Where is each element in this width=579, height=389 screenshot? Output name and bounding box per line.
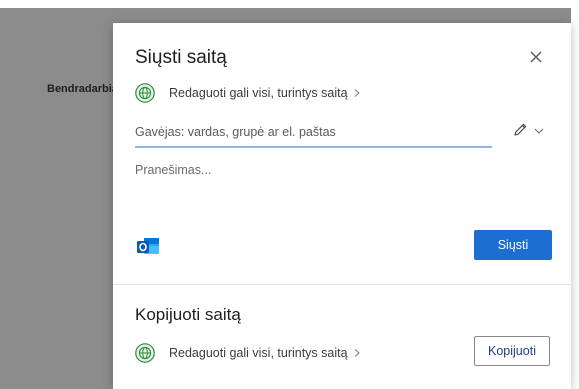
dialog-title: Siųsti saitą <box>135 47 227 68</box>
copy-button[interactable]: Kopijuoti <box>474 336 550 366</box>
copy-section-title: Kopijuoti saitą <box>135 305 241 324</box>
message-input[interactable] <box>135 163 545 213</box>
send-permission-link[interactable]: Redaguoti gali visi, turintys saitą <box>135 82 361 104</box>
share-dialog: Siųsti saitą Redaguoti gali visi, turint… <box>113 23 571 389</box>
pencil-icon <box>514 123 527 136</box>
backdrop-top-strip <box>0 0 579 8</box>
recipient-input[interactable] <box>135 119 492 148</box>
send-button[interactable]: Siųsti <box>474 230 552 260</box>
backdrop-right-strip <box>571 8 579 389</box>
copy-permission-text: Redaguoti gali visi, turintys saitą <box>169 346 348 360</box>
section-divider <box>113 284 571 285</box>
outlook-button[interactable] <box>135 233 161 259</box>
outlook-icon <box>137 238 159 254</box>
globe-icon <box>135 343 155 363</box>
chevron-right-icon <box>354 349 360 357</box>
close-icon <box>530 51 542 63</box>
permission-edit-button[interactable] <box>511 121 529 139</box>
chevron-right-icon <box>354 89 360 97</box>
send-permission-text: Redaguoti gali visi, turintys saitą <box>169 86 348 100</box>
close-button[interactable] <box>525 46 547 68</box>
background-page-label: Bendradarbiavimas <box>47 83 113 95</box>
globe-icon <box>135 83 155 103</box>
permission-dropdown-button[interactable] <box>533 124 545 136</box>
copy-permission-link[interactable]: Redaguoti gali visi, turintys saitą <box>135 342 361 364</box>
chevron-down-icon <box>534 128 544 134</box>
